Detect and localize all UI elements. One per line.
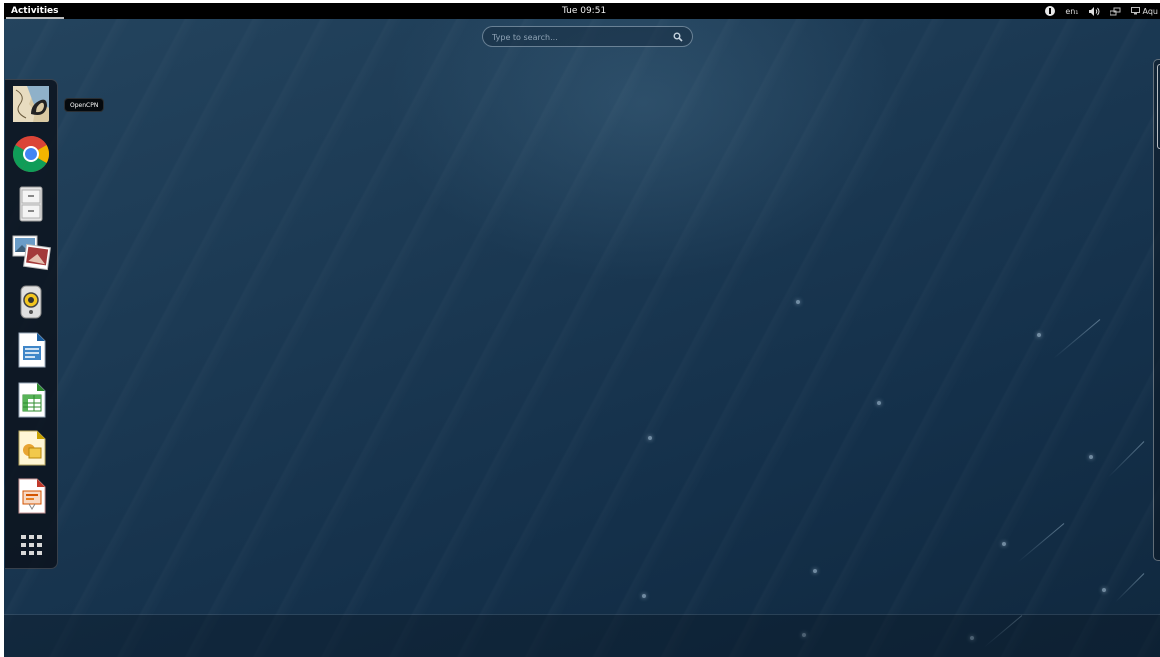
search-icon — [673, 32, 683, 42]
dash-item-rhythmbox[interactable] — [11, 282, 51, 322]
dash-tooltip: OpenCPN — [64, 98, 105, 112]
background-sparkle — [1037, 333, 1041, 337]
activities-button[interactable]: Activities — [6, 3, 64, 19]
show-applications-button[interactable] — [11, 526, 51, 566]
keyboard-layout-indicator[interactable]: en₁ — [1065, 3, 1078, 19]
writer-icon — [18, 332, 46, 368]
dash-item-writer[interactable] — [11, 330, 51, 370]
top-bar: Activities Tue 09:51 en₁ Aqu — [4, 3, 1160, 19]
background-sparkle — [642, 594, 646, 598]
background-sparkle — [1002, 542, 1006, 546]
draw-icon — [18, 430, 46, 466]
background-sparkle — [1102, 588, 1106, 592]
system-tray: en₁ Aqu — [1045, 3, 1160, 19]
background-sparkle — [796, 300, 800, 304]
dash — [5, 79, 58, 569]
file-cabinet-icon — [19, 186, 43, 222]
background-sparkle — [877, 401, 881, 405]
search-input[interactable] — [492, 30, 662, 44]
volume-icon[interactable] — [1088, 3, 1100, 19]
dash-item-draw[interactable] — [11, 428, 51, 468]
clock[interactable]: Tue 09:51 — [562, 3, 606, 19]
dash-item-calc[interactable] — [11, 380, 51, 420]
accessibility-icon[interactable] — [1045, 3, 1056, 19]
network-icon[interactable] — [1109, 3, 1121, 19]
opencpn-icon — [13, 86, 49, 122]
dash-item-chrome[interactable] — [11, 134, 51, 174]
search-entry[interactable] — [482, 26, 693, 47]
photos-icon — [12, 235, 51, 271]
background-sparkle — [1089, 455, 1093, 459]
user-menu[interactable]: Aqu — [1130, 3, 1158, 19]
speaker-icon — [20, 285, 42, 319]
calc-icon — [18, 382, 46, 418]
user-name: Aqu — [1142, 6, 1158, 16]
message-tray — [4, 615, 1160, 657]
app-grid-icon — [21, 535, 42, 555]
dash-item-opencpn[interactable] — [11, 84, 51, 124]
dash-item-image-viewer[interactable] — [11, 232, 51, 272]
user-menu-icon — [1130, 7, 1140, 15]
chrome-icon — [12, 136, 50, 173]
desktop-overview: Activities Tue 09:51 en₁ Aqu Type to sea… — [4, 3, 1160, 657]
background-sparkle — [648, 436, 652, 440]
dash-item-impress[interactable] — [11, 476, 51, 516]
impress-icon — [18, 478, 46, 514]
background-sparkle — [813, 569, 817, 573]
workspace-switcher[interactable] — [1153, 59, 1160, 561]
background-streaks — [4, 3, 1160, 657]
dash-item-files[interactable] — [11, 184, 51, 224]
